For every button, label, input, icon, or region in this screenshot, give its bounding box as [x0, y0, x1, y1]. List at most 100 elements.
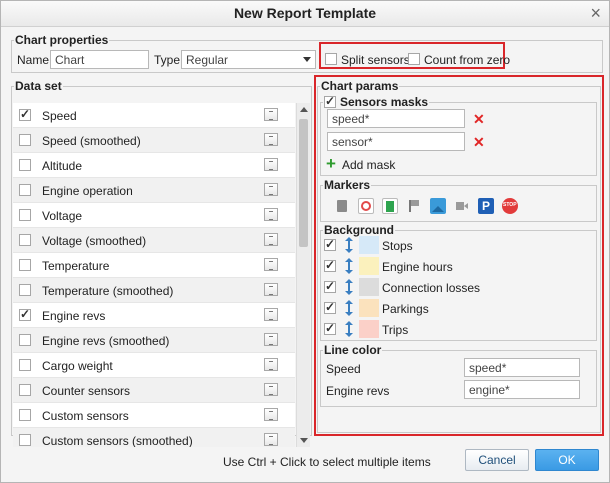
- settings-icon[interactable]: [264, 333, 278, 346]
- reorder-arrows-icon[interactable]: [344, 237, 354, 253]
- data-set-item-checkbox[interactable]: [19, 107, 31, 121]
- line-color-label-engine-revs: Engine revs: [326, 384, 390, 398]
- video-icon[interactable]: [454, 198, 470, 214]
- data-set-item[interactable]: Speed: [13, 103, 295, 128]
- data-set-item-label: Counter sensors: [42, 384, 131, 398]
- data-set-item[interactable]: Speed (smoothed): [13, 128, 295, 153]
- data-set-item-checkbox[interactable]: [19, 259, 31, 271]
- ok-button[interactable]: OK: [535, 449, 599, 471]
- settings-icon[interactable]: [264, 233, 278, 246]
- name-input[interactable]: Chart: [50, 50, 149, 69]
- data-set-item-checkbox[interactable]: [19, 384, 31, 396]
- data-set-item-checkbox[interactable]: [19, 184, 31, 196]
- background-item-checkbox[interactable]: [324, 300, 336, 314]
- background-color-swatch[interactable]: [359, 278, 379, 296]
- data-set-item[interactable]: Engine revs: [13, 303, 295, 328]
- fuel-can-icon[interactable]: [334, 198, 350, 214]
- reorder-arrows-icon[interactable]: [344, 300, 354, 316]
- settings-icon[interactable]: [264, 108, 278, 121]
- reorder-arrows-icon[interactable]: [344, 279, 354, 295]
- background-item-checkbox[interactable]: [324, 258, 336, 272]
- data-set-item-label: Speed (smoothed): [42, 134, 141, 148]
- data-set-item-label: Engine revs (smoothed): [42, 334, 170, 348]
- scroll-thumb[interactable]: [299, 119, 308, 247]
- data-set-item-checkbox[interactable]: [19, 307, 31, 321]
- settings-icon[interactable]: [264, 358, 278, 371]
- line-color-engine-revs-input[interactable]: engine*: [464, 380, 580, 399]
- data-set-item[interactable]: Voltage (smoothed): [13, 228, 295, 253]
- data-set-item-checkbox[interactable]: [19, 134, 31, 146]
- delete-mask-icon[interactable]: ✕: [473, 134, 485, 151]
- plus-icon[interactable]: +: [326, 155, 336, 172]
- background-item-checkbox[interactable]: [324, 279, 336, 293]
- settings-icon[interactable]: [264, 183, 278, 196]
- data-set-item-checkbox[interactable]: [19, 159, 31, 171]
- speedometer-icon[interactable]: [358, 198, 374, 214]
- settings-icon[interactable]: [264, 208, 278, 221]
- sensors-masks-checkbox[interactable]: [324, 94, 336, 108]
- data-set-item-checkbox[interactable]: [19, 284, 31, 296]
- scroll-up-icon[interactable]: [300, 107, 308, 112]
- data-set-item[interactable]: Custom sensors: [13, 403, 295, 428]
- new-report-template-dialog: New Report Template × Chart properties N…: [0, 0, 610, 483]
- cancel-button[interactable]: Cancel: [465, 449, 529, 471]
- background-color-swatch[interactable]: [359, 257, 379, 275]
- background-item-checkbox[interactable]: [324, 321, 336, 335]
- data-set-item[interactable]: Altitude: [13, 153, 295, 178]
- background-color-swatch[interactable]: [359, 299, 379, 317]
- settings-icon[interactable]: [264, 158, 278, 171]
- settings-icon[interactable]: [264, 408, 278, 421]
- sensors-masks-legend: Sensors masks: [323, 94, 429, 109]
- fuel-station-icon[interactable]: [382, 198, 398, 214]
- mask-input[interactable]: sensor*: [327, 132, 465, 151]
- type-select[interactable]: Regular: [181, 50, 316, 69]
- name-label: Name:: [17, 53, 53, 67]
- close-icon[interactable]: ×: [590, 3, 601, 23]
- data-set-item-checkbox[interactable]: [19, 209, 31, 221]
- data-set-item[interactable]: Temperature (smoothed): [13, 278, 295, 303]
- line-color-speed-input[interactable]: speed*: [464, 358, 580, 377]
- count-from-zero-checkbox[interactable]: [408, 53, 420, 65]
- data-set-item[interactable]: Voltage: [13, 203, 295, 228]
- settings-icon[interactable]: [264, 283, 278, 296]
- image-icon[interactable]: [430, 198, 446, 214]
- parking-icon[interactable]: P: [478, 198, 494, 214]
- delete-mask-icon[interactable]: ✕: [473, 111, 485, 128]
- line-color-legend: Line color: [324, 343, 382, 357]
- data-set-item-label: Engine operation: [42, 184, 133, 198]
- data-set-item-label: Custom sensors: [42, 409, 129, 423]
- data-set-item-checkbox[interactable]: [19, 234, 31, 246]
- stop-icon[interactable]: STOP: [502, 198, 518, 214]
- data-set-item[interactable]: Cargo weight: [13, 353, 295, 378]
- data-set-item[interactable]: Engine revs (smoothed): [13, 328, 295, 353]
- settings-icon[interactable]: [264, 383, 278, 396]
- add-mask-link[interactable]: Add mask: [342, 158, 395, 172]
- background-item-checkbox[interactable]: [324, 237, 336, 251]
- data-set-item-checkbox[interactable]: [19, 334, 31, 346]
- settings-icon[interactable]: [264, 308, 278, 321]
- background-item-label: Parkings: [382, 302, 429, 316]
- background-color-swatch[interactable]: [359, 236, 379, 254]
- settings-icon[interactable]: [264, 258, 278, 271]
- data-set-item[interactable]: Counter sensors: [13, 378, 295, 403]
- data-set-scrollbar[interactable]: [296, 103, 310, 447]
- data-set-item[interactable]: Custom sensors (smoothed): [13, 428, 295, 447]
- mask-input[interactable]: speed*: [327, 109, 465, 128]
- background-color-swatch[interactable]: [359, 320, 379, 338]
- settings-icon[interactable]: [264, 133, 278, 146]
- data-set-item-checkbox[interactable]: [19, 434, 31, 446]
- data-set-item[interactable]: Temperature: [13, 253, 295, 278]
- settings-icon[interactable]: [264, 433, 278, 446]
- data-set-item-checkbox[interactable]: [19, 409, 31, 421]
- reorder-arrows-icon[interactable]: [344, 258, 354, 274]
- reorder-arrows-icon[interactable]: [344, 321, 354, 337]
- flag-icon[interactable]: [406, 198, 422, 214]
- data-set-item-checkbox[interactable]: [19, 359, 31, 371]
- dialog-title: New Report Template: [233, 5, 377, 21]
- scroll-down-icon[interactable]: [300, 438, 308, 443]
- count-from-zero-label: Count from zero: [424, 53, 511, 67]
- data-set-item-label: Engine revs: [42, 309, 106, 323]
- split-sensors-checkbox[interactable]: [325, 53, 337, 65]
- chart-params-legend: Chart params: [321, 79, 399, 93]
- data-set-item[interactable]: Engine operation: [13, 178, 295, 203]
